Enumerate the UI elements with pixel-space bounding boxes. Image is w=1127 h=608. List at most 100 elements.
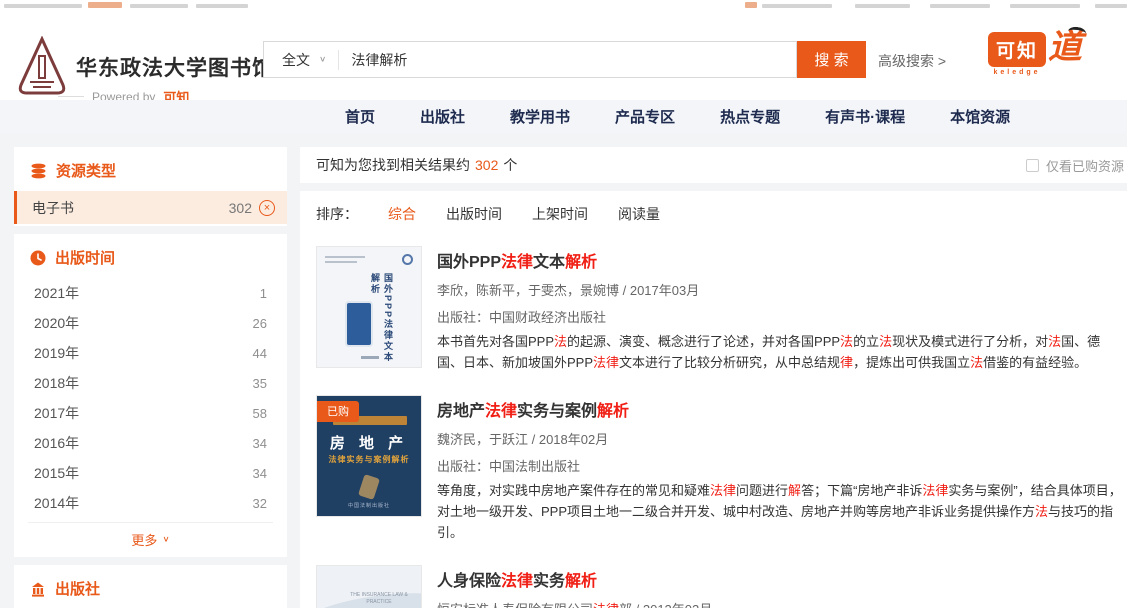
purchased-badge: 已购 (317, 401, 359, 422)
book-cover[interactable]: 国外PPP法律文本解析 (316, 246, 422, 368)
publisher-card: 出版社 中国法制出版社 84 中国人民大学出版社 44 (14, 565, 287, 608)
search-button[interactable]: 搜 索 (797, 41, 866, 78)
search-box: 全文 ∨ (263, 41, 797, 78)
facet-ebook[interactable]: 电子书 302 × (14, 191, 287, 224)
clock-icon (30, 250, 46, 266)
library-title: 华东政法大学图书馆 (76, 52, 274, 82)
result-item: 国外PPP法律文本解析 国外PPP法律文本解析 李欣，陈新平，于雯杰，景婉博 /… (316, 246, 1124, 373)
topbar-remnant (1010, 4, 1080, 8)
result-authors: 李欣，陈新平，于雯杰，景婉博 / 2017年03月 (437, 280, 1124, 299)
year-row[interactable]: 2016年 34 (14, 428, 287, 458)
search-input[interactable] (339, 52, 796, 68)
more-years-button[interactable]: 更多 ∨ (14, 523, 287, 555)
cover-logo (402, 254, 413, 265)
sort-label: 排序： (316, 204, 358, 224)
main-nav: 首页 出版社 教学用书 产品专区 热点专题 有声书·课程 本馆资源 (0, 100, 1127, 133)
nav-item-audiobooks-courses[interactable]: 有声书·课程 (825, 106, 905, 127)
database-icon (30, 163, 47, 179)
nav-item-textbooks[interactable]: 教学用书 (510, 106, 570, 127)
result-item: THE INSURANCE LAW & PRACTICE 人身保险法律 实务解析… (316, 565, 1124, 608)
facet-label: 电子书 (32, 198, 229, 218)
year-count: 26 (253, 316, 267, 331)
topbar-remnant (130, 4, 188, 8)
result-info: 房地产法律实务与案例解析 魏济民，于跃江 / 2018年02月 出版社：中国法制… (437, 395, 1124, 543)
result-item: 已购 房 地 产 法律实务与案例解析 中国法制出版社 房地产法律实务与案例解析 … (316, 395, 1124, 543)
nav-item-home[interactable]: 首页 (345, 106, 375, 127)
results-area: 可知为您找到相关结果约 302 个 仅看已购资源 排序： 综合 出版时间 上架时… (300, 147, 1127, 608)
cover-decoration (325, 261, 357, 263)
year-row[interactable]: 2014年 32 (14, 488, 287, 518)
nav-item-library-resources[interactable]: 本馆资源 (950, 106, 1010, 127)
year-label: 2019年 (34, 343, 253, 363)
nav-item-hot-topics[interactable]: 热点专题 (720, 106, 780, 127)
year-label: 2016年 (34, 433, 253, 453)
year-row[interactable]: 2019年 44 (14, 338, 287, 368)
result-publisher: 出版社：中国法制出版社 (437, 456, 1124, 475)
year-label: 2021年 (34, 283, 260, 303)
sort-option-comprehensive[interactable]: 综合 (388, 204, 416, 224)
year-count: 44 (253, 346, 267, 361)
facet-count: 302 (229, 200, 252, 216)
cover-subtitle: 法律实务与案例解析 (317, 454, 421, 465)
book-cover[interactable]: THE INSURANCE LAW & PRACTICE 人身保险法律 实务解析 (316, 565, 422, 608)
year-count: 32 (253, 496, 267, 511)
topbar-remnant (88, 2, 122, 8)
header: 华东政法大学图书馆 Powered by 可知 全文 ∨ 搜 索 高级搜索 > … (0, 10, 1127, 100)
year-label: 2020年 (34, 313, 253, 333)
purchased-only-filter[interactable]: 仅看已购资源 (1026, 156, 1124, 175)
summary-count: 302 (475, 157, 498, 173)
result-authors: 恒安标准人寿保险有限公司法律部 / 2012年02月 (437, 599, 1124, 608)
year-label: 2014年 (34, 493, 253, 513)
year-row[interactable]: 2015年 34 (14, 458, 287, 488)
year-count: 34 (253, 466, 267, 481)
cover-decoration (325, 256, 365, 258)
year-row[interactable]: 2017年 58 (14, 398, 287, 428)
sort-option-reads[interactable]: 阅读量 (618, 204, 660, 224)
cover-english-title: THE INSURANCE LAW & PRACTICE (349, 592, 409, 606)
resource-type-header: 资源类型 (14, 147, 287, 191)
sort-option-pub-time[interactable]: 出版时间 (446, 204, 502, 224)
year-count: 34 (253, 436, 267, 451)
nav-item-product-zone[interactable]: 产品专区 (615, 106, 675, 127)
result-description: 等角度，对实践中房地产案件存在的常见和疑难法律问题进行解答；下篇“房地产非诉法律… (437, 480, 1124, 543)
resource-type-card: 资源类型 电子书 302 × (14, 147, 287, 226)
more-label: 更多 (131, 530, 157, 549)
result-title[interactable]: 人身保险法律实务解析 (437, 567, 1124, 591)
topbar-remnant (196, 4, 248, 8)
search-bar: 全文 ∨ 搜 索 (263, 41, 866, 78)
result-info: 人身保险法律实务解析 恒安标准人寿保险有限公司法律部 / 2012年02月 出版… (437, 565, 1124, 608)
purchased-only-label: 仅看已购资源 (1046, 156, 1124, 175)
year-count: 1 (260, 286, 267, 301)
topbar-clipped (0, 0, 1127, 10)
sort-option-shelf-time[interactable]: 上架时间 (532, 204, 588, 224)
result-info: 国外PPP法律文本解析 李欣，陈新平，于雯杰，景婉博 / 2017年03月 出版… (437, 246, 1124, 373)
resource-type-title: 资源类型 (56, 160, 116, 181)
year-count: 35 (253, 376, 267, 391)
divider (58, 96, 84, 97)
pub-time-header: 出版时间 (14, 234, 287, 278)
remove-filter-icon[interactable]: × (259, 200, 275, 216)
year-row[interactable]: 2021年 1 (14, 278, 287, 308)
nav-item-publishers[interactable]: 出版社 (420, 106, 465, 127)
result-title[interactable]: 国外PPP法律文本解析 (437, 248, 1124, 272)
page-body: 资源类型 电子书 302 × 出版时间 2021年 1 2020年 (0, 133, 1127, 608)
keledge-logo: 可知 keledge 道 (988, 32, 1082, 76)
keledge-logo-box: 可知 keledge (988, 32, 1046, 76)
year-row[interactable]: 2020年 26 (14, 308, 287, 338)
sort-bar: 排序： 综合 出版时间 上架时间 阅读量 (316, 204, 1124, 224)
topbar-remnant (745, 2, 757, 8)
year-row[interactable]: 2018年 35 (14, 368, 287, 398)
topbar-remnant (762, 4, 832, 8)
pub-time-card: 出版时间 2021年 1 2020年 26 2019年 44 2018年 35 … (14, 234, 287, 557)
cover-publisher: 中国法制出版社 (317, 502, 421, 509)
search-scope-select[interactable]: 全文 ∨ (264, 50, 338, 70)
advanced-search-link[interactable]: 高级搜索 > (878, 51, 946, 71)
summary-prefix: 可知为您找到相关结果约 (316, 155, 470, 175)
result-title[interactable]: 房地产法律实务与案例解析 (437, 397, 1124, 421)
keledge-logo-text: 可知 (988, 32, 1046, 67)
chevron-down-icon: ∨ (319, 55, 326, 64)
search-scope-label: 全文 (282, 50, 310, 70)
book-cover[interactable]: 已购 房 地 产 法律实务与案例解析 中国法制出版社 (316, 395, 422, 517)
cover-illustration (347, 303, 371, 345)
purchased-only-checkbox[interactable] (1026, 159, 1039, 172)
